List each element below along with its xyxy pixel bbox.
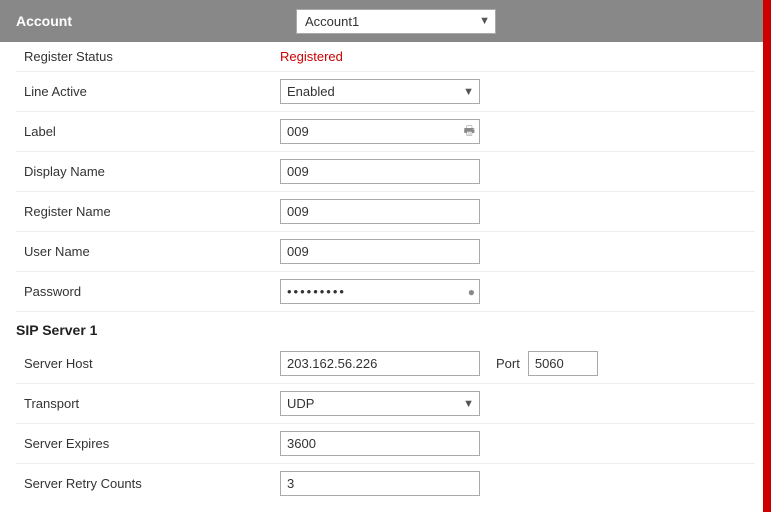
user-name-input[interactable]	[280, 239, 480, 264]
transport-select[interactable]: UDP TCP TLS	[280, 391, 480, 416]
label-row: Label 🖶	[16, 112, 755, 152]
sip-server-heading: SIP Server 1	[16, 312, 755, 344]
server-expires-input[interactable]	[280, 431, 480, 456]
account-header-label: Account	[16, 13, 296, 29]
register-status-label: Register Status	[16, 49, 280, 64]
register-name-row: Register Name	[16, 192, 755, 232]
transport-select-wrap[interactable]: UDP TCP TLS ▼	[280, 391, 480, 416]
password-input-wrap: ●	[280, 279, 480, 304]
account-select-wrap[interactable]: Account1 Account2 Account3 ▼	[296, 9, 496, 34]
label-input-wrap: 🖶	[280, 119, 480, 144]
display-name-input[interactable]	[280, 159, 480, 184]
transport-label: Transport	[16, 396, 280, 411]
server-retry-input[interactable]	[280, 471, 480, 496]
line-active-select[interactable]: Enabled Disabled	[280, 79, 480, 104]
form-section: Register Status Registered Line Active E…	[0, 42, 771, 503]
user-name-row: User Name	[16, 232, 755, 272]
right-border-accent	[763, 0, 771, 512]
register-status-row: Register Status Registered	[16, 42, 755, 72]
password-eye-icon[interactable]: ●	[468, 285, 475, 299]
display-name-label: Display Name	[16, 164, 280, 179]
account-select[interactable]: Account1 Account2 Account3	[296, 9, 496, 34]
label-input[interactable]	[280, 119, 480, 144]
server-retry-label: Server Retry Counts	[16, 476, 280, 491]
header-row: Account Account1 Account2 Account3 ▼	[0, 0, 771, 42]
server-host-input[interactable]	[280, 351, 480, 376]
server-host-input-group: Port	[280, 351, 598, 376]
label-icon: 🖶	[464, 121, 475, 142]
password-label: Password	[16, 284, 280, 299]
server-expires-label: Server Expires	[16, 436, 280, 451]
register-name-input[interactable]	[280, 199, 480, 224]
register-name-label: Register Name	[16, 204, 280, 219]
password-row: Password ●	[16, 272, 755, 312]
server-host-label: Server Host	[16, 356, 280, 371]
display-name-row: Display Name	[16, 152, 755, 192]
transport-row: Transport UDP TCP TLS ▼	[16, 384, 755, 424]
password-input[interactable]	[280, 279, 480, 304]
line-active-label: Line Active	[16, 84, 280, 99]
register-status-value: Registered	[280, 49, 343, 64]
server-expires-row: Server Expires	[16, 424, 755, 464]
server-retry-row: Server Retry Counts	[16, 464, 755, 503]
line-active-select-wrap[interactable]: Enabled Disabled ▼	[280, 79, 480, 104]
main-content: Account Account1 Account2 Account3 ▼ Reg…	[0, 0, 771, 512]
user-name-label: User Name	[16, 244, 280, 259]
page-wrapper: Account Account1 Account2 Account3 ▼ Reg…	[0, 0, 771, 512]
port-input[interactable]	[528, 351, 598, 376]
server-host-row: Server Host Port	[16, 344, 755, 384]
port-label: Port	[496, 356, 520, 371]
label-field-label: Label	[16, 124, 280, 139]
line-active-row: Line Active Enabled Disabled ▼	[16, 72, 755, 112]
